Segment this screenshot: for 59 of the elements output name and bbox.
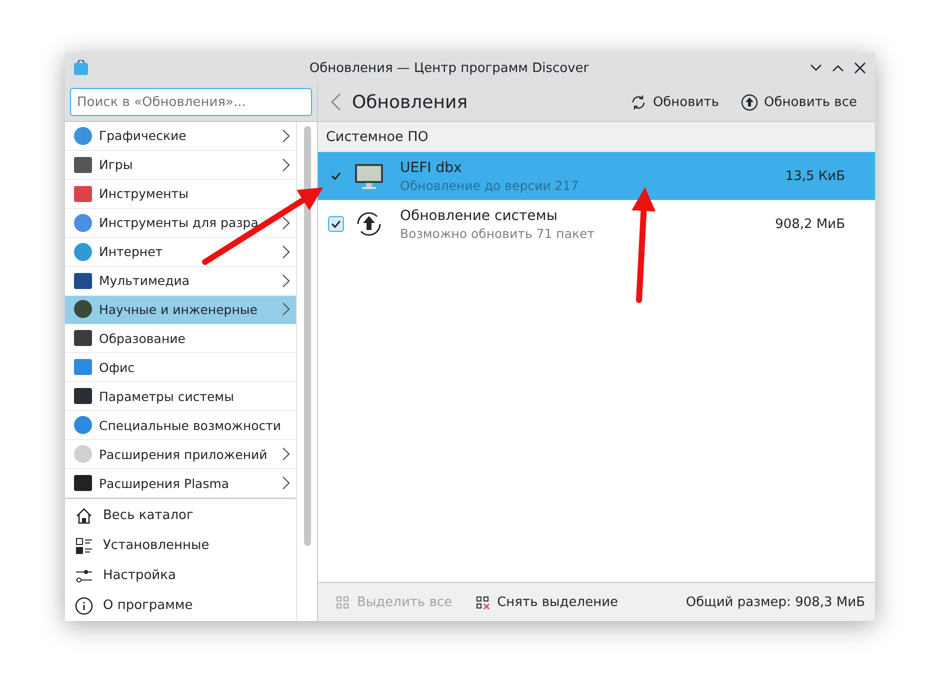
category-icon (73, 473, 93, 494)
update-name: UEFI dbx (400, 160, 463, 176)
app-icon (73, 60, 89, 76)
category-item[interactable]: Интернет (65, 238, 296, 267)
list-icon (75, 536, 93, 555)
category-item[interactable]: Научные и инженерные (65, 296, 296, 324)
category-item[interactable]: Офис (65, 353, 296, 382)
category-item[interactable]: Образование (65, 324, 296, 354)
section-header: Системное ПО (318, 122, 875, 152)
category-item[interactable]: Инструменты для разра (65, 208, 296, 238)
category-icon (73, 270, 93, 291)
category-item[interactable]: Инструменты (65, 180, 296, 209)
category-icon (73, 184, 93, 204)
category-item[interactable]: Расширения приложений (65, 440, 296, 470)
nav-item[interactable]: Настройка (65, 560, 296, 591)
category-icon (73, 328, 93, 348)
page-title: Обновления (352, 92, 469, 112)
nav-item[interactable]: О программе (65, 590, 296, 621)
update-size: 13,5 КиБ (785, 168, 845, 184)
upgrade-icon (741, 94, 758, 110)
category-icon (73, 444, 93, 464)
checkbox[interactable] (328, 216, 344, 232)
window-title: Обновления — Центр программ Discover (308, 60, 590, 76)
scrollbar-thumb[interactable] (304, 126, 310, 546)
category-item[interactable]: Специальные возможности (65, 411, 296, 440)
footer-button[interactable]: Снять выделение (470, 590, 622, 614)
category-icon (73, 386, 93, 406)
category-item[interactable]: Игры (65, 150, 296, 180)
update-size: 908,2 МиБ (775, 216, 845, 232)
home-icon (75, 506, 93, 525)
toolbar-button[interactable]: Обновить все (735, 90, 863, 114)
refresh-icon (630, 94, 647, 110)
toolbar-button[interactable]: Обновить (624, 90, 725, 114)
update-description: Возможно обновить 71 пакет (400, 226, 596, 240)
category-item[interactable]: Параметры системы (65, 382, 296, 412)
monitor-icon (354, 162, 384, 190)
update-description: Обновление до версии 217 (400, 178, 580, 192)
checkmark-icon (330, 170, 342, 182)
update-row[interactable]: UEFI dbx Обновление до версии 217 13,5 КиБ (318, 152, 875, 200)
category-icon (73, 299, 93, 320)
update-name: Обновление системы (400, 208, 558, 224)
category-icon (73, 154, 93, 175)
checkmark-icon (330, 218, 342, 230)
back-icon[interactable] (330, 93, 342, 111)
nav-item[interactable]: Весь каталог (65, 500, 296, 531)
category-item[interactable]: Графические (65, 122, 296, 151)
category-icon (73, 357, 93, 378)
total-size: Общий размер: 908,3 МиБ (686, 594, 865, 610)
deselect-icon (474, 594, 492, 610)
category-icon (73, 415, 93, 436)
category-icon (73, 212, 93, 233)
close-icon[interactable] (853, 61, 867, 75)
category-item[interactable]: Расширения Plasma (65, 469, 296, 498)
select-all-icon (334, 594, 351, 610)
search-field[interactable]: Поиск в «Обновления»... (70, 88, 312, 116)
category-icon (73, 242, 93, 262)
info-icon (75, 596, 93, 615)
category-icon (73, 126, 93, 146)
nav-item[interactable]: Установленные (65, 530, 296, 561)
